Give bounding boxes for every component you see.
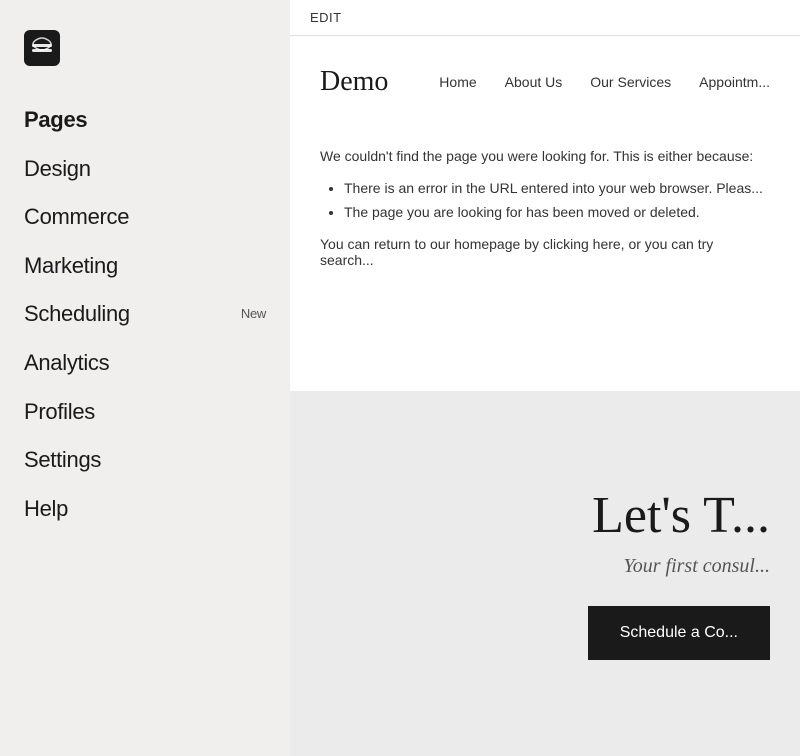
preview-container: Demo Home About Us Our Services Appointm… [290, 36, 800, 756]
cta-heading: Let's T... [592, 487, 770, 544]
sidebar-item-label: Scheduling [24, 300, 130, 329]
edit-label: EDIT [310, 10, 342, 25]
sidebar-item-profiles[interactable]: Profiles [0, 388, 290, 437]
sidebar-item-label: Analytics [24, 349, 109, 378]
cta-section: Let's T... Your first consul... Schedule… [290, 391, 800, 756]
cta-button[interactable]: Schedule a Co... [588, 606, 770, 660]
sidebar-item-pages[interactable]: Pages [0, 96, 290, 145]
sidebar-item-label: Help [24, 495, 68, 524]
sidebar-item-label: Marketing [24, 252, 118, 281]
logo-area [0, 20, 290, 86]
scheduling-badge: New [241, 306, 266, 323]
sidebar-nav: Pages Design Commerce Marketing Scheduli… [0, 86, 290, 543]
sidebar-item-commerce[interactable]: Commerce [0, 193, 290, 242]
sidebar-item-label: Commerce [24, 203, 129, 232]
sidebar-item-marketing[interactable]: Marketing [0, 242, 290, 291]
sidebar-item-settings[interactable]: Settings [0, 436, 290, 485]
sidebar-item-analytics[interactable]: Analytics [0, 339, 290, 388]
preview-site-title: Demo [320, 66, 388, 98]
sidebar-item-scheduling[interactable]: Scheduling New [0, 290, 290, 339]
sidebar: Pages Design Commerce Marketing Scheduli… [0, 0, 290, 756]
preview-nav-links: Home About Us Our Services Appointm... [439, 74, 770, 90]
edit-bar: EDIT [290, 0, 800, 36]
sidebar-item-help[interactable]: Help [0, 485, 290, 534]
error-bullet-2: The page you are looking for has been mo… [344, 204, 770, 220]
nav-link-services[interactable]: Our Services [590, 74, 671, 90]
error-intro: We couldn't find the page you were looki… [320, 148, 770, 164]
page-white-section: Demo Home About Us Our Services Appointm… [290, 36, 800, 391]
error-footer: You can return to our homepage by clicki… [320, 236, 770, 268]
nav-link-appointments[interactable]: Appointm... [699, 74, 770, 90]
sidebar-item-label: Pages [24, 106, 87, 135]
squarespace-logo-icon[interactable] [24, 30, 60, 66]
error-content: We couldn't find the page you were looki… [320, 138, 770, 288]
main-area: EDIT Demo Home About Us Our Services App… [290, 0, 800, 756]
nav-link-about[interactable]: About Us [505, 74, 563, 90]
cta-subtext: Your first consul... [623, 555, 770, 578]
preview-nav: Demo Home About Us Our Services Appointm… [320, 66, 770, 138]
sidebar-item-label: Settings [24, 446, 101, 475]
nav-link-home[interactable]: Home [439, 74, 476, 90]
error-bullets: There is an error in the URL entered int… [320, 180, 770, 220]
sidebar-item-design[interactable]: Design [0, 145, 290, 194]
error-bullet-1: There is an error in the URL entered int… [344, 180, 770, 196]
sidebar-item-label: Design [24, 155, 91, 184]
sidebar-item-label: Profiles [24, 398, 95, 427]
